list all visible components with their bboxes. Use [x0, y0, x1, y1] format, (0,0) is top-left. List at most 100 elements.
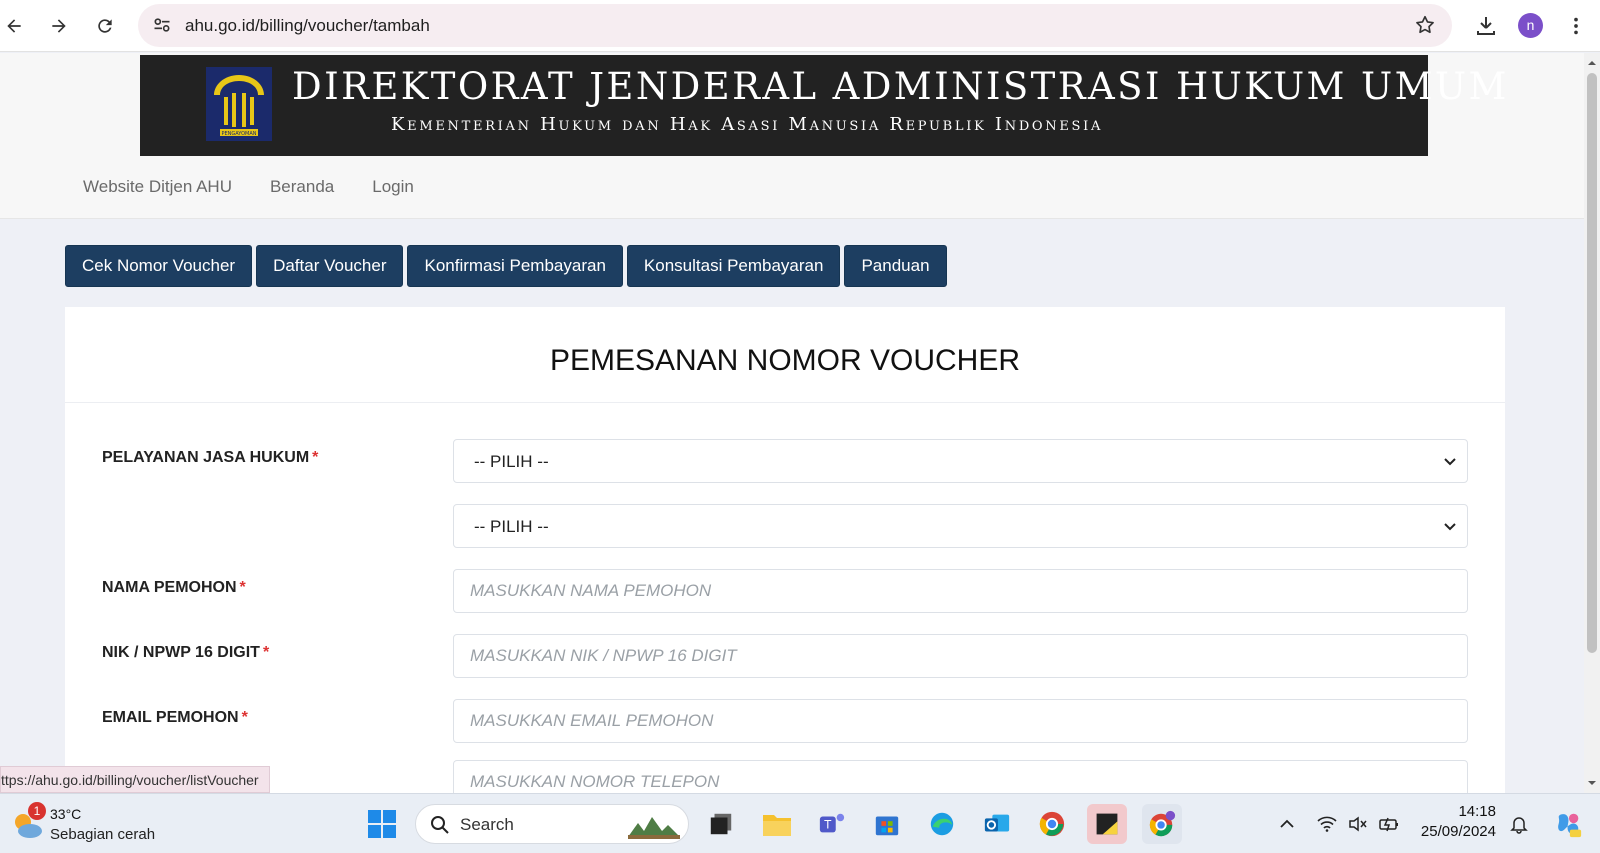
required-marker: * — [239, 579, 246, 596]
start-button[interactable] — [362, 804, 402, 844]
email-field-wrapper — [453, 699, 1468, 743]
email-row: EMAIL PEMOHON * — [65, 699, 1505, 743]
search-highlight-scene-icon — [628, 817, 680, 839]
tab-konfirmasi-pembayaran[interactable]: Konfirmasi Pembayaran — [407, 245, 623, 287]
back-button[interactable] — [0, 8, 32, 44]
folder-icon — [763, 815, 791, 836]
reload-button[interactable] — [87, 8, 123, 44]
nav-link-beranda[interactable]: Beranda — [270, 177, 334, 197]
scroll-up-arrow-icon[interactable] — [1588, 59, 1596, 67]
telepon-row — [65, 760, 1505, 793]
nama-pemohon-input[interactable] — [454, 570, 1467, 612]
teams-button[interactable]: T — [812, 804, 852, 844]
sub-pelayanan-row: -- PILIH -- — [65, 504, 1505, 548]
browser-menu-button[interactable] — [1563, 13, 1589, 39]
scroll-down-arrow-icon[interactable] — [1588, 779, 1596, 787]
telepon-field-wrapper — [453, 760, 1468, 793]
weather-temperature: 33°C — [50, 806, 82, 822]
chrome-icon — [1039, 811, 1065, 837]
chevron-up-icon — [1280, 819, 1294, 828]
address-bar[interactable]: ahu.go.id/billing/voucher/tambah — [138, 4, 1452, 47]
email-label-text: EMAIL PEMOHON — [102, 709, 239, 726]
wifi-icon — [1317, 816, 1337, 832]
show-hidden-icons-button[interactable] — [1272, 794, 1302, 853]
search-label: Search — [460, 815, 514, 834]
notifications-button[interactable] — [1504, 794, 1534, 853]
email-pemohon-input[interactable] — [454, 700, 1467, 742]
copilot-button[interactable] — [1548, 794, 1588, 853]
banner-title: DIREKTORAT JENDERAL ADMINISTRASI HUKUM U… — [292, 65, 1509, 108]
chrome-profile-icon — [1149, 810, 1176, 837]
nav-link-login[interactable]: Login — [372, 177, 414, 197]
downloads-button[interactable] — [1473, 13, 1499, 39]
pengayoman-emblem-icon: PENGAYOMAN — [206, 67, 272, 141]
clock-date: 25/09/2024 — [1420, 823, 1496, 840]
tab-konsultasi-pembayaran[interactable]: Konsultasi Pembayaran — [626, 245, 841, 287]
back-arrow-icon — [7, 19, 21, 33]
copilot-icon — [1558, 813, 1582, 838]
scrollbar-thumb[interactable] — [1587, 73, 1597, 653]
nik-npwp-input[interactable] — [454, 635, 1467, 677]
bookmark-star-icon[interactable] — [1414, 14, 1436, 36]
url-text[interactable]: ahu.go.id/billing/voucher/tambah — [185, 16, 430, 36]
store-icon — [875, 816, 899, 836]
chrome-button[interactable] — [1032, 804, 1072, 844]
taskbar-clock[interactable]: 14:18 25/09/2024 — [1410, 802, 1496, 842]
pelayanan-select-value: -- PILIH -- — [474, 452, 549, 471]
edge-button[interactable] — [922, 804, 962, 844]
battery-status[interactable] — [1374, 794, 1404, 853]
sticky-notes-icon — [1096, 813, 1118, 835]
browser-toolbar: ahu.go.id/billing/voucher/tambah n — [0, 0, 1600, 52]
forward-arrow-icon — [52, 19, 66, 33]
more-vertical-icon — [1574, 17, 1578, 35]
site-settings-icon[interactable] — [152, 15, 172, 35]
weather-widget[interactable]: 1 33°C Sebagian cerah — [8, 800, 168, 848]
page-scrollbar[interactable] — [1584, 53, 1600, 793]
taskbar-search[interactable]: Search — [415, 804, 689, 844]
sticky-notes-button[interactable] — [1087, 804, 1127, 844]
volume-status[interactable] — [1343, 794, 1373, 853]
nav-link-website[interactable]: Website Ditjen AHU — [83, 177, 232, 197]
form-title: PEMESANAN NOMOR VOUCHER — [549, 343, 1021, 377]
page-content: PENGAYOMAN DIREKTORAT JENDERAL ADMINISTR… — [0, 53, 1584, 793]
tab-daftar-voucher[interactable]: Daftar Voucher — [256, 245, 404, 287]
task-view-icon — [710, 813, 732, 835]
outlook-new-button[interactable] — [977, 804, 1017, 844]
download-icon — [1477, 17, 1495, 35]
notification-bell-icon — [1510, 817, 1528, 834]
wifi-status[interactable] — [1312, 794, 1342, 853]
weather-notification-badge: 1 — [28, 802, 46, 820]
email-label: EMAIL PEMOHON * — [102, 709, 248, 727]
reload-icon — [98, 19, 112, 33]
nomor-telepon-input[interactable] — [454, 761, 1467, 793]
tab-cek-nomor-voucher[interactable]: Cek Nomor Voucher — [65, 245, 253, 287]
voucher-tabs: Cek Nomor Voucher Daftar Voucher Konfirm… — [65, 245, 947, 287]
nama-field-wrapper — [453, 569, 1468, 613]
chrome-profile-button[interactable] — [1142, 804, 1182, 844]
microsoft-store-button[interactable] — [867, 804, 907, 844]
clock-time: 14:18 — [1458, 803, 1496, 820]
pelayanan-select[interactable]: -- PILIH -- — [453, 439, 1468, 483]
profile-avatar[interactable]: n — [1518, 13, 1543, 38]
pelayanan-label-text: PELAYANAN JASA HUKUM — [102, 449, 310, 466]
required-marker: * — [312, 449, 319, 466]
file-explorer-button[interactable] — [757, 804, 797, 844]
pelayanan-row: PELAYANAN JASA HUKUM * -- PILIH -- — [65, 439, 1505, 483]
tab-panduan[interactable]: Panduan — [844, 245, 947, 287]
nama-label-text: NAMA PEMOHON — [102, 579, 237, 596]
task-view-button[interactable] — [701, 804, 741, 844]
nik-row: NIK / NPWP 16 DIGIT * — [65, 634, 1505, 678]
sub-pelayanan-select-value: -- PILIH -- — [474, 517, 549, 536]
search-icon — [431, 816, 449, 834]
nama-row: NAMA PEMOHON * — [65, 569, 1505, 613]
site-header: PENGAYOMAN DIREKTORAT JENDERAL ADMINISTR… — [0, 53, 1584, 219]
edge-icon — [930, 812, 954, 836]
nik-label: NIK / NPWP 16 DIGIT * — [102, 644, 269, 662]
forward-button[interactable] — [41, 8, 77, 44]
weather-condition: Sebagian cerah — [50, 826, 156, 843]
nik-label-text: NIK / NPWP 16 DIGIT — [102, 644, 260, 661]
top-navigation: Website Ditjen AHU Beranda Login — [83, 177, 414, 197]
sub-pelayanan-select[interactable]: -- PILIH -- — [453, 504, 1468, 548]
chevron-down-icon — [1444, 458, 1456, 466]
chevron-down-icon — [1444, 523, 1456, 531]
